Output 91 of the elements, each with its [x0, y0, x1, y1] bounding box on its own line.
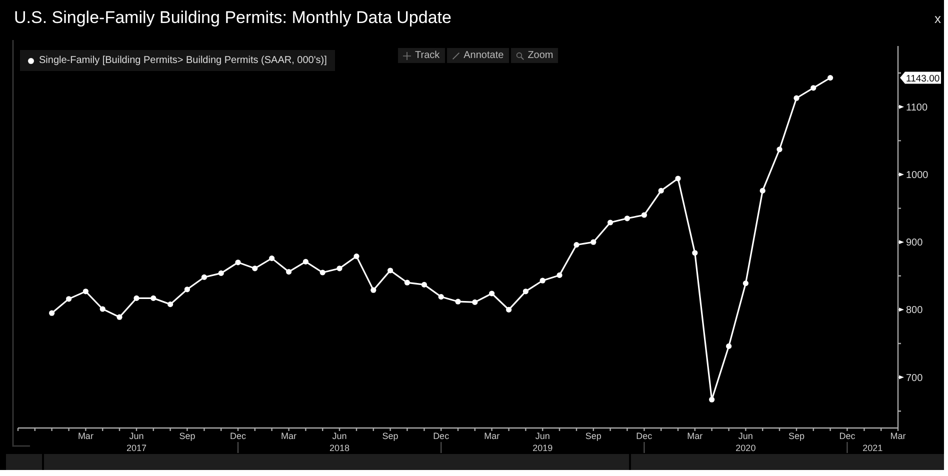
data-point [66, 296, 72, 302]
year-label: 2017 [126, 443, 146, 453]
data-point [709, 396, 715, 402]
year-label: 2018 [330, 443, 350, 453]
data-point [150, 295, 156, 301]
pencil-icon [452, 52, 460, 60]
zoom-button[interactable]: Zoom [510, 48, 558, 63]
data-point [252, 266, 258, 272]
y-tick-label: 900 [906, 238, 923, 249]
tick-arrow-icon [899, 172, 904, 176]
data-point [218, 270, 224, 276]
data-point [201, 274, 207, 280]
x-tick-label: Mar [890, 431, 906, 441]
year-label: 2020 [736, 443, 756, 453]
data-point [726, 343, 732, 349]
data-point [574, 242, 580, 248]
x-tick-label: Jun [738, 431, 753, 441]
data-point [794, 95, 800, 101]
x-tick-label: Sep [788, 431, 804, 441]
track-button[interactable]: Track [398, 48, 445, 63]
x-tick-label: Sep [179, 431, 196, 441]
data-point [608, 220, 614, 226]
data-point [404, 280, 410, 286]
data-point [506, 306, 512, 312]
data-point [269, 256, 275, 262]
x-tick-label: Sep [382, 431, 398, 441]
data-point [235, 260, 241, 266]
data-point [556, 272, 562, 278]
window-title: U.S. Single-Family Building Permits: Monthly Data Update [14, 8, 452, 28]
year-label: 2021 [862, 443, 883, 453]
data-point [692, 250, 698, 256]
x-tick-label: Jun [535, 431, 550, 441]
data-point [624, 216, 630, 222]
x-tick-label: Jun [129, 431, 144, 441]
crosshair-icon [403, 52, 411, 60]
y-tick-label: 1000 [906, 170, 928, 181]
data-point [421, 282, 427, 288]
data-point [184, 286, 190, 292]
annotate-button[interactable]: Annotate [446, 48, 509, 63]
x-tick-label: Mar [484, 431, 500, 441]
x-tick-label: Sep [585, 431, 602, 441]
y-tick-label: 700 [906, 372, 923, 384]
x-tick-label: Dec [636, 431, 652, 441]
data-point [489, 290, 495, 296]
data-point [760, 188, 766, 194]
data-point [742, 280, 748, 286]
x-tick-label: Mar [687, 431, 703, 441]
data-point [522, 288, 528, 294]
x-tick-label: Dec [230, 431, 246, 441]
data-point [472, 299, 478, 305]
data-point [810, 85, 816, 91]
tick-arrow-icon [899, 308, 904, 312]
x-tick-label: Dec [433, 431, 450, 441]
data-point [438, 294, 444, 300]
data-point [302, 258, 308, 264]
tick-arrow-icon [899, 104, 904, 109]
data-point [776, 146, 782, 152]
data-point [320, 270, 326, 276]
x-tick-label: Dec [839, 431, 856, 441]
series-dot-icon [28, 58, 34, 64]
data-point [675, 176, 681, 182]
last-value-tag: 1143.00 [900, 72, 941, 84]
status-bar-panel [6, 454, 42, 470]
data-point [82, 288, 88, 294]
close-button[interactable]: x [932, 8, 944, 28]
year-label: 2019 [532, 443, 553, 453]
data-point [828, 75, 834, 81]
search-icon [516, 52, 524, 60]
data-point [116, 314, 122, 320]
legend-label: Single-Family [Building Permits> Building Permits (SAAR, 000's)] [39, 55, 327, 66]
x-tick-label: Mar [78, 431, 94, 441]
data-point [354, 254, 360, 260]
data-point [134, 295, 140, 301]
tick-arrow-icon [899, 240, 904, 244]
data-point [658, 188, 664, 194]
data-point [540, 278, 546, 284]
tick-arrow-icon [899, 375, 904, 380]
data-point [336, 266, 342, 272]
data-point [370, 287, 376, 293]
data-point [641, 212, 647, 218]
y-tick-label: 1100 [906, 102, 928, 114]
data-point [590, 239, 596, 245]
data-point [455, 298, 461, 304]
x-tick-label: Mar [281, 431, 297, 441]
data-point [388, 268, 394, 274]
data-point [49, 310, 55, 316]
y-tick-label: 800 [906, 305, 923, 316]
data-point [168, 302, 174, 308]
x-tick-label: Jun [332, 431, 347, 441]
data-point [100, 306, 106, 312]
data-point [286, 269, 292, 275]
